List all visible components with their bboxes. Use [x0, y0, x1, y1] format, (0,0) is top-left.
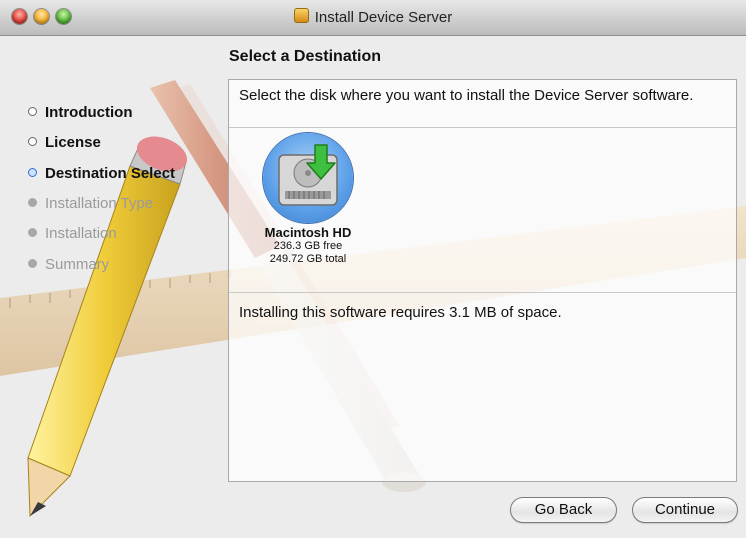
- step-pending-icon: [28, 228, 37, 237]
- step-installation-type: Installation Type: [28, 195, 153, 212]
- disk-free-space: 236.3 GB free: [273, 240, 343, 252]
- hard-drive-icon: [278, 144, 338, 206]
- go-back-button[interactable]: Go Back: [510, 497, 617, 523]
- step-installation: Installation: [28, 225, 117, 242]
- disk-total-space: 249.72 GB total: [269, 253, 347, 265]
- divider: [229, 292, 736, 293]
- disk-selection-ring: [263, 133, 353, 223]
- destination-prompt: Select the disk where you want to instal…: [239, 87, 694, 104]
- step-done-icon: [28, 107, 37, 116]
- step-license: License: [28, 134, 101, 151]
- installer-package-icon: [293, 8, 309, 23]
- installer-window: Install Device Server Introduction Licen…: [0, 0, 746, 538]
- disk-name: Macintosh HD: [264, 225, 352, 240]
- step-done-icon: [28, 137, 37, 146]
- destination-panel: Select the disk where you want to instal…: [228, 79, 737, 482]
- step-destination-select: Destination Select: [28, 165, 175, 182]
- step-pending-icon: [28, 259, 37, 268]
- title-bar[interactable]: Install Device Server: [0, 0, 746, 36]
- window-title: Install Device Server: [0, 8, 746, 26]
- space-requirement: Installing this software requires 3.1 MB…: [239, 304, 562, 321]
- step-summary: Summary: [28, 256, 109, 273]
- step-pending-icon: [28, 198, 37, 207]
- continue-button[interactable]: Continue: [632, 497, 738, 523]
- divider: [229, 127, 736, 128]
- step-current-icon: [28, 168, 37, 177]
- page-title: Select a Destination: [229, 48, 382, 65]
- step-introduction: Introduction: [28, 104, 132, 121]
- disk-option-macintosh-hd[interactable]: Macintosh HD 236.3 GB free 249.72 GB tot…: [250, 133, 366, 266]
